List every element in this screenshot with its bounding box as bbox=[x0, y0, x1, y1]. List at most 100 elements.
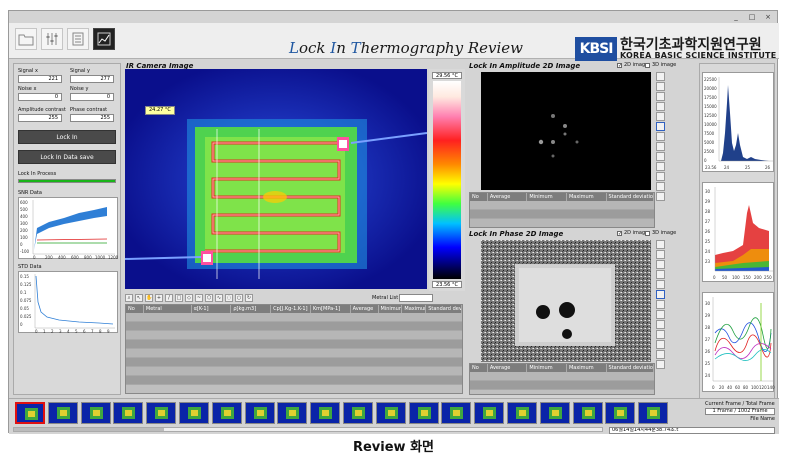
close-button[interactable]: × bbox=[763, 13, 773, 21]
rectangle-icon[interactable]: □ bbox=[175, 294, 183, 302]
lasso-icon[interactable] bbox=[656, 172, 665, 181]
colorbar-min-value[interactable]: 23.56 °C bbox=[432, 281, 462, 288]
table-row[interactable] bbox=[126, 367, 462, 376]
rectangle-icon[interactable] bbox=[656, 122, 665, 131]
hand-icon[interactable] bbox=[656, 260, 665, 269]
line-icon[interactable] bbox=[656, 112, 665, 121]
noise-y-input[interactable]: 0 bbox=[70, 93, 114, 101]
scrollbar-knob[interactable] bbox=[14, 428, 164, 431]
noise-x-input[interactable]: 0 bbox=[18, 93, 62, 101]
zoom-icon[interactable] bbox=[656, 72, 665, 81]
frame-thumbnail[interactable] bbox=[408, 402, 439, 424]
frame-thumbnail[interactable] bbox=[441, 402, 472, 424]
crosshair-icon[interactable] bbox=[656, 270, 665, 279]
amplitude-contrast-input[interactable]: 255 bbox=[18, 114, 62, 122]
colorbar-max-value[interactable]: 29.56 °C bbox=[432, 72, 462, 79]
zoom-icon[interactable] bbox=[656, 240, 665, 249]
file-name-value[interactable]: 06월14일14시44분38.74초.t bbox=[609, 427, 775, 434]
minimize-button[interactable]: _ bbox=[731, 13, 741, 21]
frame-thumbnail[interactable] bbox=[244, 402, 275, 424]
table-row[interactable] bbox=[126, 358, 462, 367]
amp-3d-option[interactable]: 3D image bbox=[645, 62, 676, 68]
frame-thumbnail[interactable] bbox=[15, 402, 45, 424]
phase-2d-option[interactable]: ✓ 2D image bbox=[617, 230, 648, 236]
review-chart-button[interactable] bbox=[93, 28, 115, 50]
frame-thumbnail[interactable] bbox=[211, 402, 242, 424]
ellipse-icon[interactable] bbox=[656, 350, 665, 359]
clear-icon[interactable]: ↻ bbox=[245, 294, 253, 302]
table-row[interactable] bbox=[470, 201, 654, 210]
frame-thumbnail[interactable] bbox=[179, 402, 209, 424]
signal-x-input[interactable]: 221 bbox=[18, 75, 62, 83]
curve-icon[interactable] bbox=[656, 310, 665, 319]
table-row[interactable] bbox=[470, 381, 654, 390]
table-row[interactable] bbox=[126, 349, 462, 358]
metal-list-dropdown[interactable] bbox=[399, 294, 433, 302]
open-folder-button[interactable] bbox=[15, 28, 37, 50]
table-row[interactable] bbox=[470, 210, 654, 219]
hand-icon[interactable] bbox=[656, 92, 665, 101]
table-row[interactable] bbox=[126, 313, 462, 322]
pointer-icon[interactable]: ↖ bbox=[135, 294, 143, 302]
frame-thumbnail[interactable] bbox=[638, 402, 669, 424]
amp-2d-option[interactable]: ✓ 2D image bbox=[617, 62, 648, 68]
table-row[interactable] bbox=[126, 376, 462, 385]
hand-icon[interactable]: ✋ bbox=[145, 294, 153, 302]
line-icon[interactable] bbox=[656, 280, 665, 289]
frame-scrollbar[interactable] bbox=[13, 427, 603, 432]
lasso-icon[interactable]: ◌ bbox=[225, 294, 233, 302]
curve-icon[interactable] bbox=[656, 142, 665, 151]
lock-in-button[interactable]: Lock In bbox=[18, 130, 116, 144]
polygon-icon[interactable]: ⬡ bbox=[205, 294, 213, 302]
crosshair-icon[interactable]: + bbox=[155, 294, 163, 302]
ellipse-icon[interactable]: ○ bbox=[235, 294, 243, 302]
clear-icon[interactable] bbox=[656, 192, 665, 201]
table-row[interactable] bbox=[126, 331, 462, 340]
frame-thumbnail[interactable] bbox=[47, 402, 78, 424]
ir-camera-image[interactable]: 24.27 °C bbox=[125, 69, 427, 289]
frame-thumbnail[interactable] bbox=[113, 402, 144, 424]
diamond-icon[interactable] bbox=[656, 300, 665, 309]
frame-thumbnail[interactable] bbox=[343, 402, 373, 424]
amplitude-2d-image[interactable] bbox=[481, 72, 651, 190]
freehand-icon[interactable]: ∿ bbox=[215, 294, 223, 302]
lasso-icon[interactable] bbox=[656, 340, 665, 349]
phase-3d-option[interactable]: 3D image bbox=[645, 230, 676, 236]
frame-thumbnail[interactable] bbox=[539, 402, 570, 424]
zoom-icon[interactable]: ⌕ bbox=[125, 294, 133, 302]
pointer-icon[interactable] bbox=[656, 82, 665, 91]
settings-button[interactable] bbox=[41, 28, 63, 50]
frame-thumbnail[interactable] bbox=[80, 402, 111, 424]
phase-2d-image[interactable] bbox=[481, 240, 651, 362]
freehand-icon[interactable] bbox=[656, 330, 665, 339]
frame-thumbnail[interactable] bbox=[507, 402, 537, 424]
phase-contrast-input[interactable]: 255 bbox=[70, 114, 114, 122]
frame-thumbnail[interactable] bbox=[605, 402, 636, 424]
line-icon[interactable]: / bbox=[165, 294, 173, 302]
signal-y-input[interactable]: 277 bbox=[70, 75, 114, 83]
frame-thumbnail[interactable] bbox=[572, 402, 603, 424]
diamond-icon[interactable]: ◇ bbox=[185, 294, 193, 302]
polygon-icon[interactable] bbox=[656, 320, 665, 329]
pointer-icon[interactable] bbox=[656, 250, 665, 259]
table-row[interactable] bbox=[126, 322, 462, 331]
table-row[interactable] bbox=[470, 219, 654, 227]
frame-thumbnail[interactable] bbox=[146, 402, 177, 424]
document-button[interactable] bbox=[67, 28, 89, 50]
maximize-button[interactable]: □ bbox=[747, 13, 757, 21]
crosshair-icon[interactable] bbox=[656, 102, 665, 111]
frame-thumbnail[interactable] bbox=[375, 402, 406, 424]
clear-icon[interactable] bbox=[656, 360, 665, 369]
diamond-icon[interactable] bbox=[656, 132, 665, 141]
ellipse-icon[interactable] bbox=[656, 182, 665, 191]
frame-thumbnail[interactable] bbox=[474, 402, 505, 424]
curve-icon[interactable]: ~ bbox=[195, 294, 203, 302]
rectangle-icon[interactable] bbox=[656, 290, 665, 299]
table-row[interactable] bbox=[126, 340, 462, 349]
frame-thumbnail[interactable] bbox=[310, 402, 341, 424]
lock-in-data-save-button[interactable]: Lock In Data save bbox=[18, 150, 116, 164]
current-frame-value[interactable]: 1 Frame / 1002 Frame bbox=[705, 408, 775, 415]
freehand-icon[interactable] bbox=[656, 162, 665, 171]
polygon-icon[interactable] bbox=[656, 152, 665, 161]
frame-thumbnail[interactable] bbox=[277, 402, 308, 424]
